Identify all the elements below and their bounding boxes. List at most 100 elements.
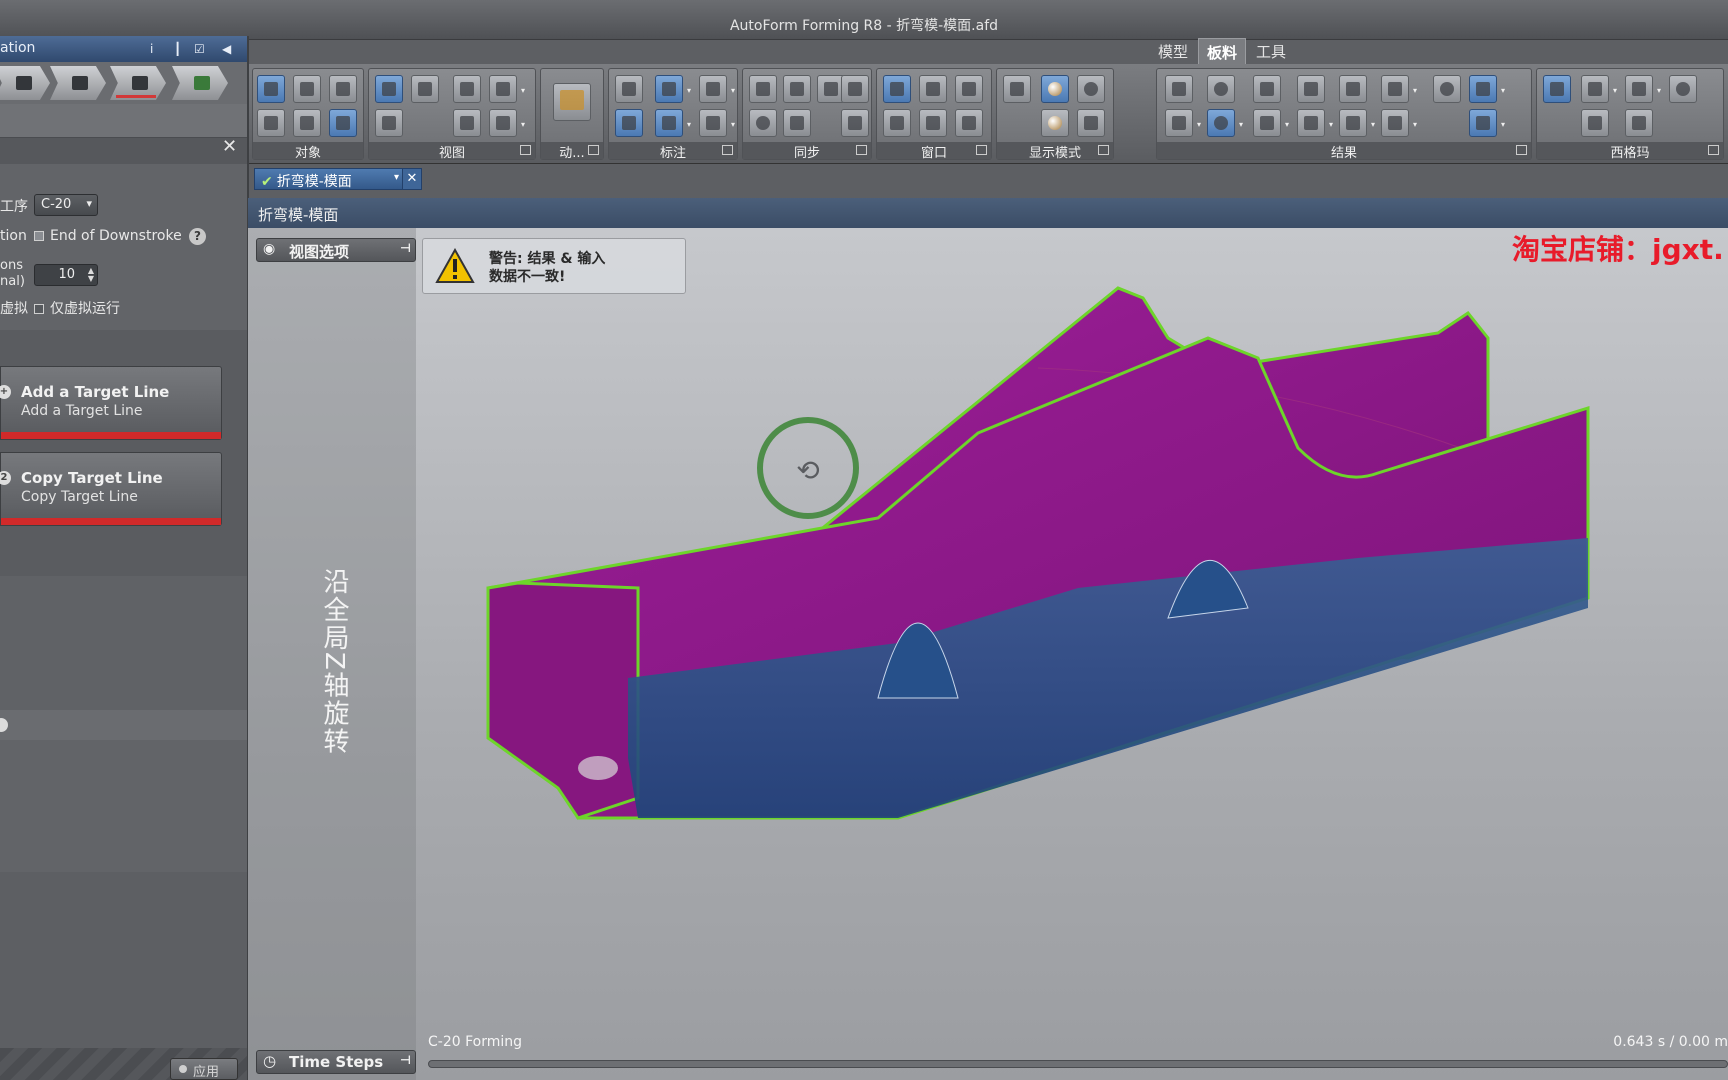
single-window-icon[interactable] [883,75,911,103]
results-layers-icon[interactable]: ▾ [1469,109,1505,137]
object-book-icon[interactable] [329,75,357,103]
document-tab-label: 折弯模-模面 [276,174,352,190]
results-surface-icon[interactable]: ▾ [1381,109,1417,137]
panel-title: ation [0,40,36,56]
tab-dropdown-icon[interactable]: ▾ [394,172,399,183]
document-tab[interactable]: ✔ 折弯模-模面 ▾ ✕ [254,168,422,190]
horizontal-split-icon[interactable] [883,109,911,137]
pin-icon[interactable]: ⊣ [400,241,411,255]
tile-window-icon[interactable] [955,109,983,137]
downstroke-option[interactable]: End of Downstroke [34,228,182,244]
operation-select[interactable]: C-20 [34,194,98,216]
sync-flag-icon[interactable] [783,75,811,103]
animation-icon[interactable] [553,83,591,121]
view-zoom-box-icon[interactable] [453,109,481,137]
view-pan-icon[interactable] [375,109,403,137]
apply-button[interactable]: 应用 [170,1058,238,1080]
object-part-icon[interactable] [329,109,357,137]
sigma-up-icon[interactable]: ▾ [1581,75,1617,103]
probe-icon[interactable]: ▾ [699,75,735,103]
iterations-value: 10 [58,267,75,282]
view-multi-axis-icon[interactable] [411,75,439,103]
3d-viewport[interactable]: ◉ 视图选项 ⊣ 警告: 结果 & 输入 数据不一致! 沿全局Z轴旋转 淘宝店铺… [248,228,1728,1080]
sigma-disc-icon[interactable] [1669,75,1697,103]
shaded-sphere-icon[interactable] [1041,75,1069,103]
thermometer-small-icon[interactable]: ┃ [174,42,188,56]
tab-blank[interactable]: 板料 [1198,38,1247,64]
view-fit-icon[interactable] [453,75,481,103]
results-mail-icon[interactable] [1297,75,1325,103]
view-axis-icon[interactable] [375,75,403,103]
label-tag-icon[interactable] [615,109,643,137]
checklist-icon[interactable]: ☑ [194,42,208,56]
info-icon[interactable]: ⅰ [150,42,164,56]
radio-icon[interactable] [0,718,8,732]
unlink-icon[interactable] [841,109,869,137]
sigma-play-icon[interactable]: ▾ [1625,75,1661,103]
view-edit-icon[interactable]: ▾ [489,109,525,137]
display-slider-icon[interactable] [1003,75,1031,103]
number-tag-icon[interactable]: ▾ [655,109,691,137]
step-blank-icon[interactable] [0,66,50,100]
results-blank-icon[interactable] [1165,75,1193,103]
ribbon-group-view: ▾ ▾ 视图 [368,68,536,161]
results-stack-icon[interactable] [1339,75,1367,103]
clock-small-icon: ◷ [263,1052,277,1070]
spinner-arrows-icon[interactable]: ▲ ▼ [88,267,94,283]
quad-split-icon[interactable] [919,109,947,137]
object-sheet-icon[interactable] [257,109,285,137]
time-slider[interactable] [428,1060,1728,1068]
view-options-button[interactable]: ◉ 视图选项 ⊣ [256,238,416,262]
split-window-icon[interactable] [919,75,947,103]
wireframe-sphere-icon[interactable] [1077,75,1105,103]
ruler-icon[interactable]: ▾ [655,75,691,103]
object-plate-icon[interactable] [293,109,321,137]
pointer-label-icon[interactable] [615,75,643,103]
link-icon[interactable] [841,75,869,103]
downstroke-checkbox[interactable] [34,231,44,241]
results-drop-icon[interactable]: ▾ [1253,109,1289,137]
help-icon[interactable]: ? [189,228,206,245]
clock-icon[interactable] [749,109,777,137]
left-panel-empty [0,872,248,1048]
time-steps-button[interactable]: ◷ Time Steps ⊣ [256,1050,416,1074]
add-target-line-button[interactable]: + Add a Target Line Add a Target Line [0,366,222,440]
formed-part-model: ⟲ [486,286,1590,820]
probe-2-icon[interactable]: ▾ [699,109,735,137]
step-monitor-icon[interactable] [110,66,166,100]
cascade-window-icon[interactable] [955,75,983,103]
sync-surface-icon[interactable] [783,109,811,137]
sync-camera-icon[interactable] [749,75,777,103]
object-select-icon[interactable] [257,75,285,103]
results-cross-icon[interactable]: ▾ [1165,109,1201,137]
virtual-only-label: 仅虚拟运行 [50,301,120,317]
tab-tools[interactable]: 工具 [1248,38,1294,64]
results-triangle-icon[interactable] [1433,75,1461,103]
mesh-sphere-icon[interactable] [1041,109,1069,137]
copy-target-line-button[interactable]: 2 Copy Target Line Copy Target Line [0,452,222,526]
virtual-only-option[interactable]: 仅虚拟运行 [34,298,120,318]
tab-model[interactable]: 模型 [1150,38,1196,64]
sigma-run-icon[interactable] [1543,75,1571,103]
thermometer-icon[interactable] [1253,75,1281,103]
pin-icon[interactable]: ⊣ [400,1053,411,1067]
results-spring-icon[interactable]: ▾ [1339,109,1375,137]
transparent-icon[interactable] [1077,109,1105,137]
collapse-left-icon[interactable]: ◀ [222,42,236,56]
step-result-icon[interactable] [172,66,228,100]
step-tool-icon[interactable] [50,66,106,100]
virtual-only-checkbox[interactable] [34,304,44,314]
iterations-spinner[interactable]: 10 ▲ ▼ [34,264,98,286]
results-fold-icon[interactable]: ▾ [1297,109,1333,137]
results-oval-icon[interactable]: ▾ [1207,109,1243,137]
sigma-down-icon[interactable] [1581,109,1609,137]
camera-icon[interactable]: ▾ [489,75,525,103]
results-arrow-icon[interactable]: ▾ [1381,75,1417,103]
downstroke-label: End of Downstroke [50,228,182,244]
results-view-icon[interactable]: ▾ [1469,75,1505,103]
close-panel-icon[interactable]: ✕ [222,136,237,157]
tab-close-icon[interactable]: ✕ [402,168,422,190]
results-blade-icon[interactable] [1207,75,1235,103]
object-curve-icon[interactable] [293,75,321,103]
sigma-flag-icon[interactable] [1625,109,1653,137]
